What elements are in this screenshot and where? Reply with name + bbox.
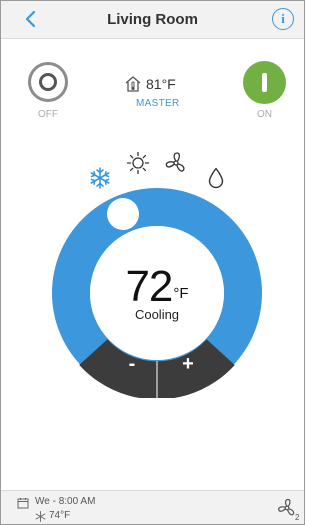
zone-label: MASTER	[136, 98, 180, 109]
fan-zone-icon[interactable]: 2	[276, 496, 302, 522]
power-on-icon	[262, 73, 267, 92]
setpoint-unit: °F	[173, 285, 189, 302]
schedule-time[interactable]: We - 8:00 AM	[35, 496, 95, 507]
schedule-temp: 74°F	[49, 510, 71, 521]
indoor-temp-value: 81°F	[146, 76, 176, 92]
on-label: ON	[257, 109, 272, 120]
schedule-snowflake-icon	[35, 511, 46, 522]
heat-sun-icon[interactable]	[126, 151, 150, 175]
increase-temp-button[interactable]: +	[168, 344, 208, 384]
dry-droplet-icon[interactable]	[204, 166, 228, 190]
setpoint-readout: 72°F	[52, 262, 262, 312]
header-bar: Living Room i	[1, 1, 304, 39]
zone-number: 2	[295, 513, 300, 522]
schedule-footer: We - 8:00 AM 74°F 2	[1, 490, 304, 524]
dial-handle[interactable]	[107, 198, 139, 230]
power-off-icon	[39, 73, 57, 91]
fan-icon[interactable]	[164, 151, 188, 175]
off-button[interactable]	[28, 62, 68, 102]
off-label: OFF	[38, 109, 58, 120]
mode-status: Cooling	[134, 307, 180, 322]
decrease-temp-button[interactable]: -	[112, 344, 152, 384]
cool-snowflake-icon[interactable]	[88, 166, 112, 190]
house-thermometer-icon	[125, 76, 141, 92]
info-button[interactable]: i	[272, 8, 294, 30]
page-title: Living Room	[107, 11, 198, 28]
setpoint-value: 72	[125, 262, 173, 311]
schedule-calendar-icon[interactable]	[17, 497, 29, 509]
on-button[interactable]	[243, 61, 286, 104]
indoor-temperature: 81°F	[124, 74, 176, 94]
info-icon: i	[281, 11, 285, 26]
